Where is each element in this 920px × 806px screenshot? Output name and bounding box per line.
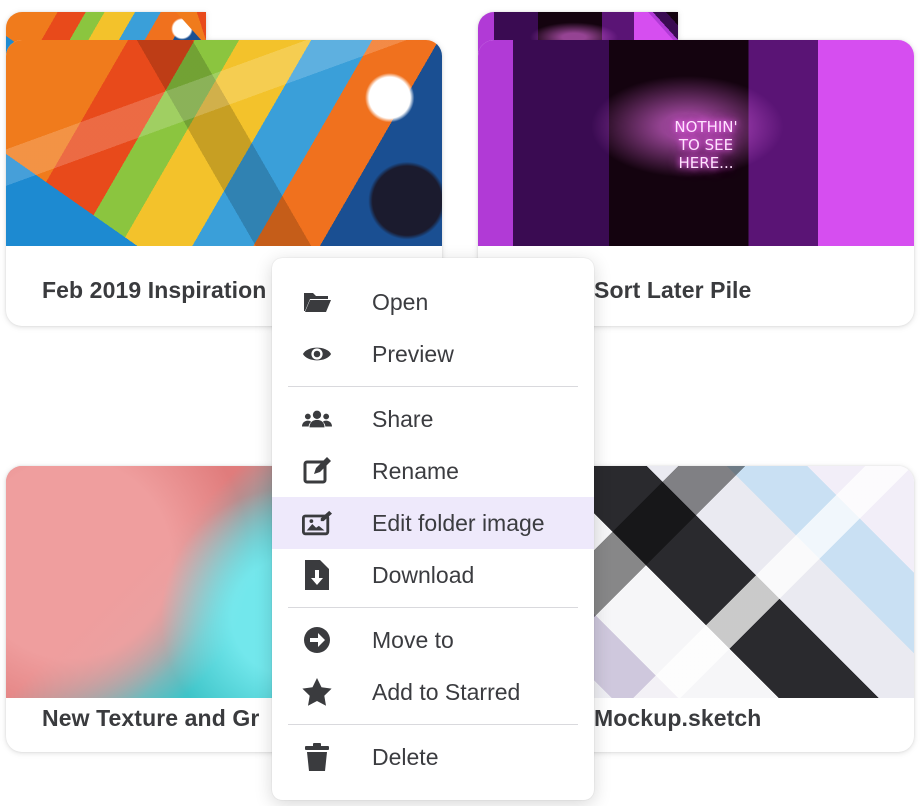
folder-thumbnail: NOTHIN' TO SEE HERE... [478, 40, 914, 246]
menu-label: Preview [372, 340, 454, 367]
menu-item-open[interactable]: Open [272, 276, 594, 328]
users-icon [302, 404, 332, 434]
menu-item-delete[interactable]: Delete [272, 731, 594, 783]
folder-title: Sort Later Pile [594, 277, 752, 303]
context-menu: Open Preview Share Rename Edit folder im… [272, 258, 594, 800]
folder-open-icon [302, 287, 332, 317]
menu-label: Share [372, 405, 434, 432]
file-download-icon [302, 560, 332, 590]
menu-item-download[interactable]: Download [272, 549, 594, 601]
neon-sign-text: NOTHIN' TO SEE HERE... [674, 118, 738, 172]
eye-icon [302, 339, 332, 369]
star-icon [302, 677, 332, 707]
menu-item-preview[interactable]: Preview [272, 328, 594, 380]
menu-item-add-to-starred[interactable]: Add to Starred [272, 666, 594, 718]
menu-label: Open [372, 288, 429, 315]
arrow-circle-right-icon [302, 625, 332, 655]
menu-label: Delete [372, 743, 439, 770]
menu-label: Rename [372, 457, 459, 484]
menu-label: Edit folder image [372, 509, 545, 536]
edit-icon [302, 456, 332, 486]
menu-label: Download [372, 561, 475, 588]
menu-item-rename[interactable]: Rename [272, 445, 594, 497]
menu-divider [288, 724, 578, 725]
trash-icon [302, 742, 332, 772]
folder-title: New Texture and Gr [42, 705, 260, 731]
menu-item-move-to[interactable]: Move to [272, 614, 594, 666]
menu-item-edit-folder-image[interactable]: Edit folder image [272, 497, 594, 549]
image-edit-icon [302, 508, 332, 538]
menu-label: Move to [372, 626, 454, 653]
folder-thumbnail [6, 40, 442, 246]
menu-divider [288, 607, 578, 608]
folder-title: Mockup.sketch [594, 705, 762, 731]
menu-label: Add to Starred [372, 678, 521, 705]
menu-item-share[interactable]: Share [272, 393, 594, 445]
folder-title: Feb 2019 Inspiration [42, 277, 267, 303]
menu-divider [288, 386, 578, 387]
